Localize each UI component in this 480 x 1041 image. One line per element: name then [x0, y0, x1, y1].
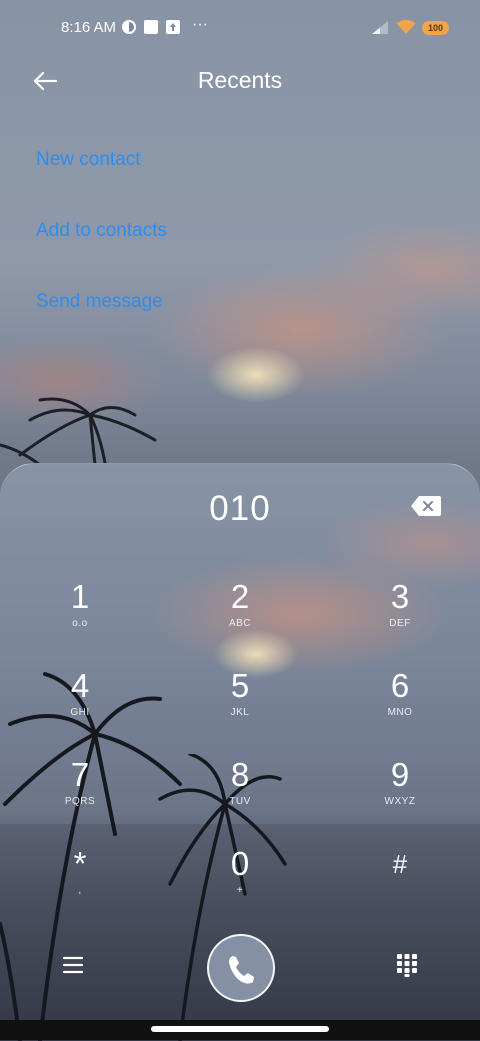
keypad-icon[interactable]: [396, 953, 418, 977]
battery-indicator: 100: [422, 21, 449, 35]
backspace-icon[interactable]: [410, 494, 442, 518]
key-star[interactable]: * ,: [20, 845, 140, 917]
add-to-contacts-link[interactable]: Add to contacts: [36, 220, 167, 242]
send-message-link[interactable]: Send message: [36, 291, 163, 313]
call-button[interactable]: [207, 934, 275, 1002]
new-contact-link[interactable]: New contact: [36, 149, 141, 171]
key-2[interactable]: 2 ABC: [180, 578, 300, 650]
key-6[interactable]: 6 MNO: [340, 667, 460, 739]
signal-icon: [372, 21, 388, 34]
menu-icon[interactable]: [62, 954, 84, 976]
notification-square-icon: [144, 20, 158, 34]
key-0[interactable]: 0 +: [180, 845, 300, 917]
status-time: 8:16 AM: [61, 19, 117, 36]
wifi-icon: [396, 19, 416, 34]
home-indicator[interactable]: [151, 1026, 329, 1032]
key-3[interactable]: 3 DEF: [340, 578, 460, 650]
page-title: Recents: [197, 67, 283, 93]
status-bar: 8:16 AM ··· 100: [0, 0, 480, 56]
vpn-icon: [122, 20, 136, 34]
phone-icon: [229, 956, 254, 984]
dialed-number: 010: [209, 489, 271, 528]
key-8[interactable]: 8 TUV: [180, 756, 300, 828]
status-overflow: ···: [192, 16, 208, 33]
key-9[interactable]: 9 WXYZ: [340, 756, 460, 828]
upload-icon: [166, 20, 180, 34]
key-4[interactable]: 4 GHI: [20, 667, 140, 739]
key-1[interactable]: 1 ᴏ.ᴏ: [20, 578, 140, 650]
key-5[interactable]: 5 JKL: [180, 667, 300, 739]
voicemail-icon: ᴏ.ᴏ: [72, 618, 88, 629]
key-hash[interactable]: #: [340, 845, 460, 917]
key-7[interactable]: 7 PQRS: [20, 756, 140, 828]
